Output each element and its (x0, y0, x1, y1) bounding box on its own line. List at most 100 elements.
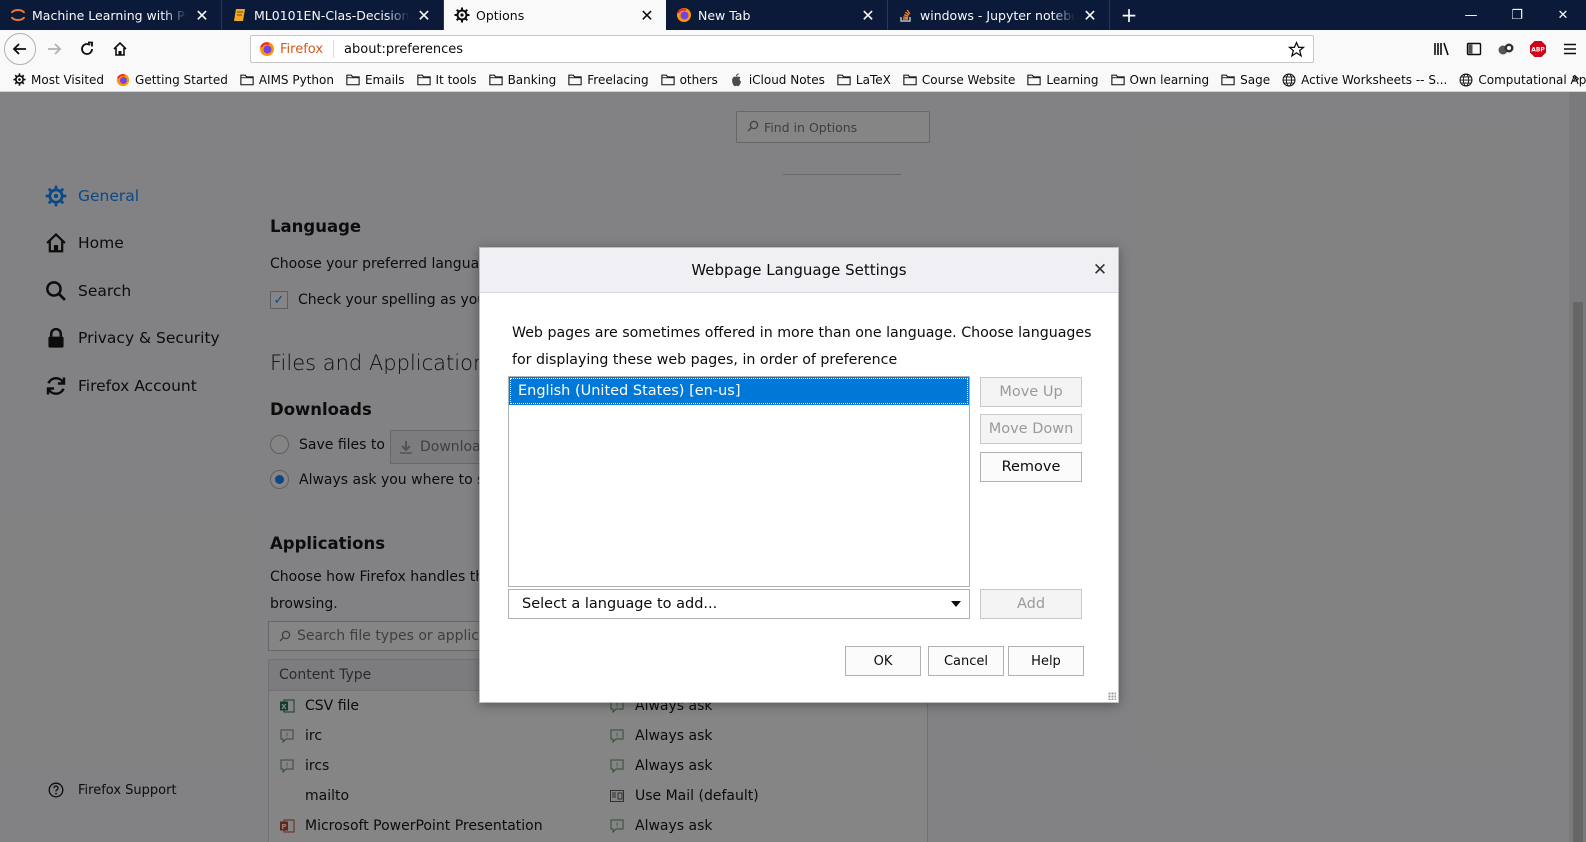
bookmark-label: Active Worksheets -- S... (1301, 72, 1448, 87)
restore-button[interactable]: ❐ (1494, 0, 1540, 30)
back-arrow-icon (12, 43, 26, 55)
move-down-button[interactable]: Move Down (980, 414, 1082, 444)
language-select[interactable]: Select a language to add... (508, 589, 970, 619)
identity-label: Firefox (280, 41, 324, 57)
close-tab-icon[interactable]: ✕ (638, 6, 656, 25)
cancel-button[interactable]: Cancel (928, 646, 1004, 676)
bookmark-label: Learning (1046, 72, 1099, 87)
folder-icon (660, 73, 675, 87)
bookmark-item[interactable]: Emails (346, 73, 405, 87)
bookmark-item[interactable]: Own learning (1110, 72, 1210, 87)
bookmark-label: Computational Applie... (1478, 72, 1586, 87)
bookmark-label: It tools (435, 72, 477, 87)
folder-icon (903, 73, 917, 87)
bookmark-item[interactable]: iCloud Notes (730, 73, 825, 87)
list-item[interactable]: English (United States) [en-us] (509, 377, 969, 405)
bookmark-label: Emails (364, 72, 405, 87)
close-tab-icon[interactable]: ✕ (193, 6, 211, 25)
bookmark-item[interactable]: Sage (1221, 73, 1270, 87)
gear-icon (12, 73, 26, 87)
bookmark-label: Freelacing (587, 72, 649, 87)
folder-icon (240, 73, 254, 87)
bookmark-item[interactable]: It tools (416, 72, 477, 87)
globe-icon (1459, 73, 1473, 87)
close-icon[interactable]: ✕ (1090, 260, 1110, 280)
url-bar[interactable]: Firefox about:preferences (250, 35, 1314, 63)
resize-grip-icon[interactable] (1108, 692, 1116, 700)
bookmark-item[interactable]: Computational Applie... (1459, 73, 1586, 87)
bookmark-label: Most Visited (31, 72, 105, 87)
back-button[interactable] (4, 33, 36, 65)
remove-button[interactable]: Remove (980, 452, 1082, 482)
folder-icon (346, 73, 360, 87)
jupyter-icon (10, 7, 26, 23)
dialog-titlebar: Webpage Language Settings ✕ (480, 248, 1118, 293)
extension-button[interactable] (1490, 34, 1522, 64)
tab-windows-jupyter[interactable]: windows - Jupyter notebook is ✕ (888, 0, 1110, 30)
bookmark-item[interactable]: Banking (488, 73, 556, 87)
stackoverflow-icon (898, 7, 914, 23)
bookmark-item[interactable]: Getting Started (116, 73, 228, 87)
url-text[interactable]: about:preferences (344, 42, 463, 57)
bookmark-item[interactable]: others (660, 73, 718, 87)
bookmark-item[interactable]: AIMS Python (240, 73, 334, 87)
language-list[interactable]: English (United States) [en-us] (508, 376, 970, 587)
notebook-icon (232, 7, 248, 23)
folder-icon (568, 73, 582, 87)
bookmark-item[interactable]: Learning (1027, 72, 1099, 87)
folder-icon (1110, 73, 1125, 87)
folder-icon (416, 73, 431, 87)
forward-button[interactable] (39, 34, 69, 64)
bookmark-label: Own learning (1129, 72, 1210, 87)
library-button[interactable] (1426, 34, 1458, 64)
sidebar-icon (1466, 42, 1482, 56)
close-tab-icon[interactable]: ✕ (1081, 6, 1099, 25)
bookmark-item[interactable]: Most Visited (12, 73, 104, 87)
bookmark-item[interactable]: Freelacing (568, 72, 649, 87)
add-button[interactable]: Add (980, 589, 1082, 619)
bookmarks-overflow-icon[interactable]: » (1571, 71, 1580, 87)
svg-text:ABP: ABP (1531, 47, 1545, 54)
firefox-icon (116, 73, 130, 87)
hamburger-icon (1564, 43, 1576, 55)
menu-button[interactable] (1554, 34, 1586, 64)
bookmark-item[interactable]: Course Website (903, 72, 1016, 87)
minimize-button[interactable]: — (1448, 0, 1494, 30)
extension-icon (1498, 43, 1514, 55)
ok-button[interactable]: OK (845, 646, 921, 676)
close-tab-icon[interactable]: ✕ (415, 6, 433, 25)
forward-arrow-icon (48, 43, 62, 55)
bookmarks-toolbar: Most Visited Getting Started AIMS Python Em… (0, 68, 1586, 92)
window-controls: — ❐ ✕ (1448, 0, 1586, 30)
close-window-button[interactable]: ✕ (1540, 0, 1586, 30)
apple-icon (730, 72, 744, 87)
dialog-description: Web pages are sometimes offered in more … (512, 325, 1092, 368)
toolbar-right: ABP (1426, 34, 1586, 64)
folder-icon (1027, 73, 1042, 87)
identity-box[interactable]: Firefox (251, 40, 335, 58)
webpage-language-dialog: Webpage Language Settings ✕ Web pages ar… (479, 247, 1119, 703)
close-tab-icon[interactable]: ✕ (859, 6, 877, 25)
bookmark-label: AIMS Python (258, 72, 334, 87)
bookmark-label: Sage (1240, 72, 1271, 87)
bookmark-label: Course Website (921, 72, 1016, 87)
sidebar-button[interactable] (1458, 34, 1490, 64)
home-icon (113, 41, 127, 56)
bookmark-item[interactable]: LaTeX (837, 73, 891, 87)
bookmark-item[interactable]: Active Worksheets -- S... (1282, 73, 1447, 87)
new-tab-button[interactable]: + (1114, 0, 1144, 30)
tab-machine-learning[interactable]: Machine Learning with Python ✕ (0, 0, 222, 30)
gear-icon (454, 7, 470, 23)
tab-new-tab[interactable]: New Tab ✕ (666, 0, 888, 30)
tab-options[interactable]: Options ✕ (444, 0, 666, 30)
tab-ml0101en[interactable]: ML0101EN-Clas-Decision-Trees ✕ (222, 0, 444, 30)
bookmark-star-icon[interactable] (1287, 41, 1306, 62)
bookmark-label: Getting Started (135, 72, 228, 87)
home-button[interactable] (105, 34, 135, 64)
firefox-icon (676, 7, 692, 23)
dialog-title: Webpage Language Settings (691, 261, 907, 279)
move-up-button[interactable]: Move Up (980, 377, 1082, 407)
adblock-button[interactable]: ABP (1522, 34, 1554, 64)
help-button[interactable]: Help (1008, 646, 1084, 676)
reload-button[interactable] (72, 34, 102, 64)
